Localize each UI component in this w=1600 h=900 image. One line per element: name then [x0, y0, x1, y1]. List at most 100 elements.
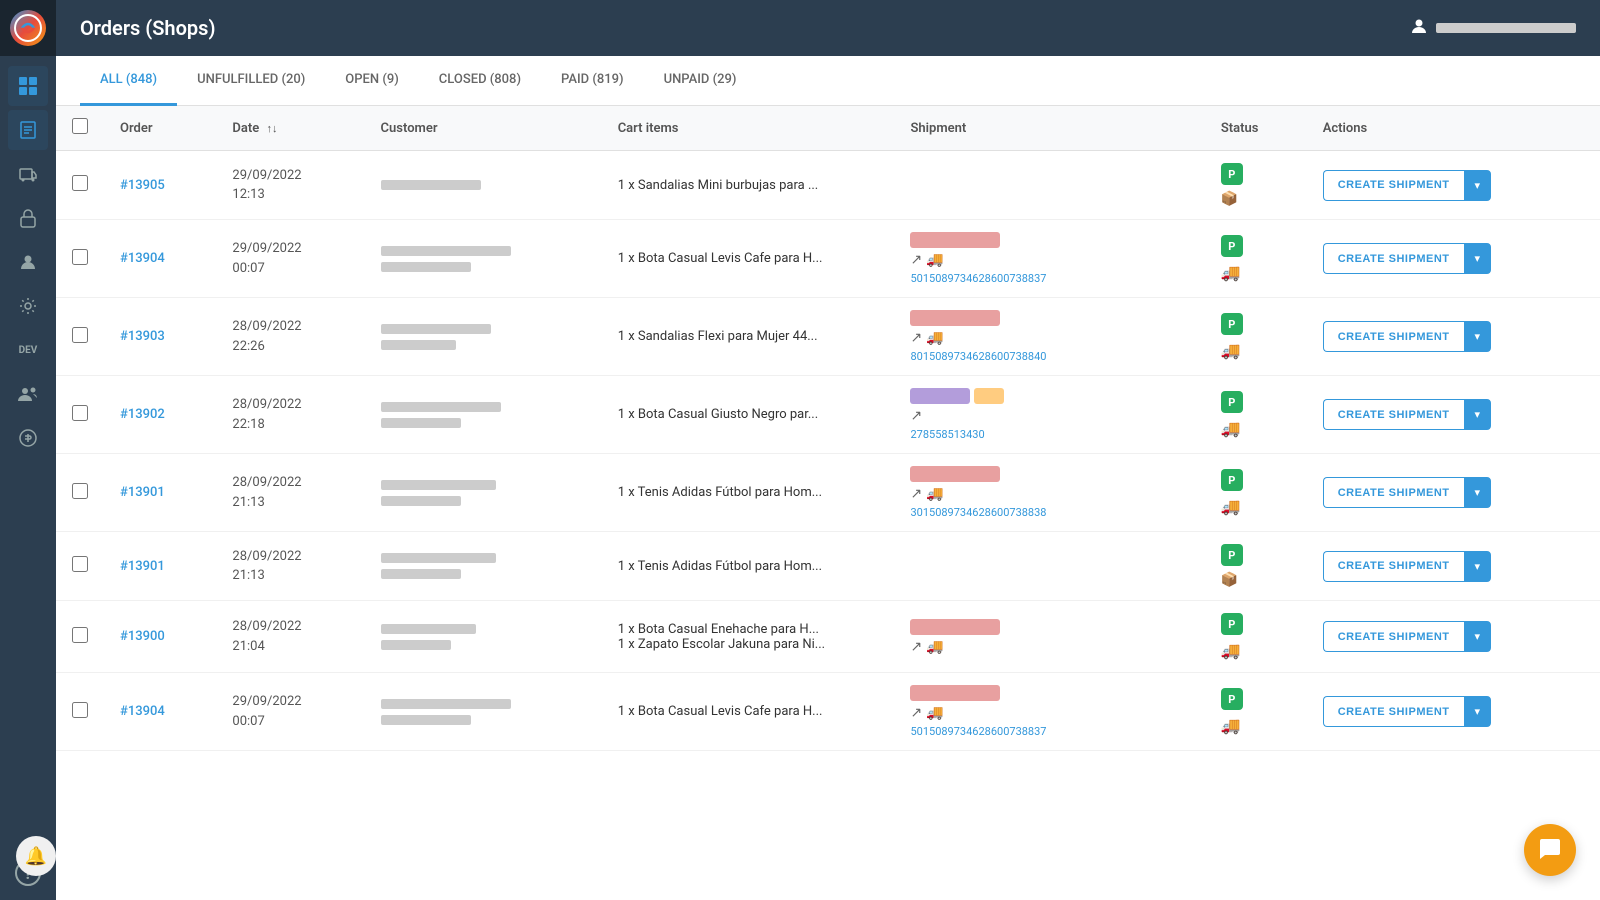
create-shipment-dropdown[interactable]: ▾ [1464, 551, 1492, 582]
row-checkbox[interactable] [72, 483, 88, 499]
order-link[interactable]: #13904 [120, 251, 165, 266]
create-shipment-button[interactable]: CREATE SHIPMENT [1323, 621, 1464, 652]
order-link[interactable]: #13900 [120, 629, 165, 644]
lock-icon[interactable] [8, 198, 48, 238]
order-link[interactable]: #13901 [120, 485, 165, 500]
select-all-checkbox[interactable] [72, 118, 88, 134]
logo-icon [10, 10, 46, 46]
create-shipment-dropdown[interactable]: ▾ [1464, 621, 1492, 652]
truck-icon: 🚚 [926, 486, 943, 502]
carrier-label-purple [910, 388, 970, 404]
team-icon[interactable] [8, 374, 48, 414]
create-shipment-button[interactable]: CREATE SHIPMENT [1323, 696, 1464, 727]
cart-items-cell: 1 x Bota Casual Giusto Negro par... [602, 376, 895, 454]
tab-unpaid[interactable]: UNPAID (29) [644, 56, 757, 106]
row-checkbox[interactable] [72, 556, 88, 572]
carrier-label [910, 310, 1000, 326]
truck-icon: 🚚 [926, 252, 943, 268]
create-shipment-dropdown[interactable]: ▾ [1464, 696, 1492, 727]
sidebar: DEV ? [0, 0, 56, 900]
row-checkbox[interactable] [72, 702, 88, 718]
status-icon-box: 📦 [1221, 191, 1291, 207]
customer-name [381, 402, 501, 412]
customer-cell [365, 298, 602, 376]
create-shipment-button[interactable]: CREATE SHIPMENT [1323, 321, 1464, 352]
create-shipment-dropdown[interactable]: ▾ [1464, 170, 1492, 201]
tab-unfulfilled[interactable]: UNFULFILLED (20) [177, 56, 325, 106]
create-shipment-dropdown[interactable]: ▾ [1464, 477, 1492, 508]
dev-icon[interactable]: DEV [8, 330, 48, 370]
orders-icon[interactable] [8, 110, 48, 150]
order-link[interactable]: #13904 [120, 704, 165, 719]
route-icon: ↗ [910, 252, 922, 268]
order-link[interactable]: #13905 [120, 178, 165, 193]
dashboard-icon[interactable] [8, 66, 48, 106]
settings-icon[interactable] [8, 286, 48, 326]
row-checkbox[interactable] [72, 327, 88, 343]
carrier-label [910, 466, 1000, 482]
customer-cell [365, 151, 602, 220]
row-checkbox[interactable] [72, 405, 88, 421]
tab-open[interactable]: OPEN (9) [325, 56, 419, 106]
create-shipment-button[interactable]: CREATE SHIPMENT [1323, 477, 1464, 508]
order-link[interactable]: #13901 [120, 559, 165, 574]
date-header[interactable]: Date ↑↓ [216, 106, 364, 151]
status-icon-truck: 🚚 [1221, 263, 1291, 282]
create-shipment-dropdown[interactable]: ▾ [1464, 321, 1492, 352]
status-icon-box: 📦 [1221, 572, 1291, 588]
status-cell: P 🚚 [1205, 601, 1307, 673]
shipment-cell: ↗ 🚚 [894, 601, 1204, 673]
create-shipment-dropdown[interactable]: ▾ [1464, 243, 1492, 274]
create-shipment-button[interactable]: CREATE SHIPMENT [1323, 243, 1464, 274]
actions-cell: CREATE SHIPMENT ▾ [1307, 673, 1600, 751]
tracking-number: 278558513430 [910, 428, 1188, 441]
table-row: #13903 28/09/202222:26 1 x Sandalias Fle… [56, 298, 1600, 376]
date-cell: 28/09/202221:04 [216, 601, 364, 673]
row-checkbox[interactable] [72, 627, 88, 643]
cart-items-header: Cart items [602, 106, 895, 151]
order-cell: #13904 [104, 220, 216, 298]
order-link[interactable]: #13903 [120, 329, 165, 344]
status-icon-truck: 🚚 [1221, 341, 1291, 360]
chat-bubble[interactable] [1524, 824, 1576, 876]
create-shipment-button[interactable]: CREATE SHIPMENT [1323, 399, 1464, 430]
truck-icon: 🚚 [926, 639, 943, 655]
tab-all[interactable]: ALL (848) [80, 56, 177, 106]
route-icon: ↗ [910, 705, 922, 721]
order-cell: #13901 [104, 532, 216, 601]
tracking-number: 501508973462860073883​7 [910, 272, 1188, 285]
customer-cell [365, 376, 602, 454]
notification-bell[interactable]: 🔔 [16, 836, 56, 876]
shipment-cell: ↗ 🚚 501508973462860073883​7 [894, 220, 1204, 298]
customer-name-2 [381, 715, 471, 725]
carrier-label [910, 232, 1000, 248]
logo[interactable] [0, 0, 56, 56]
create-shipment-button[interactable]: CREATE SHIPMENT [1323, 170, 1464, 201]
status-badge-paid: P [1221, 469, 1243, 491]
cart-items-cell: 1 x Tenis Adidas Fútbol para Hom... [602, 454, 895, 532]
customer-cell [365, 601, 602, 673]
topbar: Orders (Shops) [56, 0, 1600, 56]
shipments-icon[interactable] [8, 154, 48, 194]
cart-items-cell: 1 x Tenis Adidas Fútbol para Hom... [602, 532, 895, 601]
date-sort-icon: ↑↓ [266, 122, 277, 135]
customer-name-2 [381, 496, 461, 506]
row-checkbox-cell [56, 673, 104, 751]
customer-name-2 [381, 640, 451, 650]
status-badge-paid: P [1221, 544, 1243, 566]
page-content: ALL (848) UNFULFILLED (20) OPEN (9) CLOS… [56, 56, 1600, 900]
actions-cell: CREATE SHIPMENT ▾ [1307, 601, 1600, 673]
tab-paid[interactable]: PAID (819) [541, 56, 644, 106]
billing-icon[interactable] [8, 418, 48, 458]
order-link[interactable]: #13902 [120, 407, 165, 422]
contacts-icon[interactable] [8, 242, 48, 282]
route-icon: ↗ [910, 330, 922, 346]
status-badge-paid: P [1221, 163, 1243, 185]
row-checkbox[interactable] [72, 175, 88, 191]
date-cell: 28/09/202222:26 [216, 298, 364, 376]
truck-icon: 🚚 [926, 705, 943, 721]
tab-closed[interactable]: CLOSED (808) [419, 56, 541, 106]
row-checkbox[interactable] [72, 249, 88, 265]
create-shipment-dropdown[interactable]: ▾ [1464, 399, 1492, 430]
create-shipment-button[interactable]: CREATE SHIPMENT [1323, 551, 1464, 582]
